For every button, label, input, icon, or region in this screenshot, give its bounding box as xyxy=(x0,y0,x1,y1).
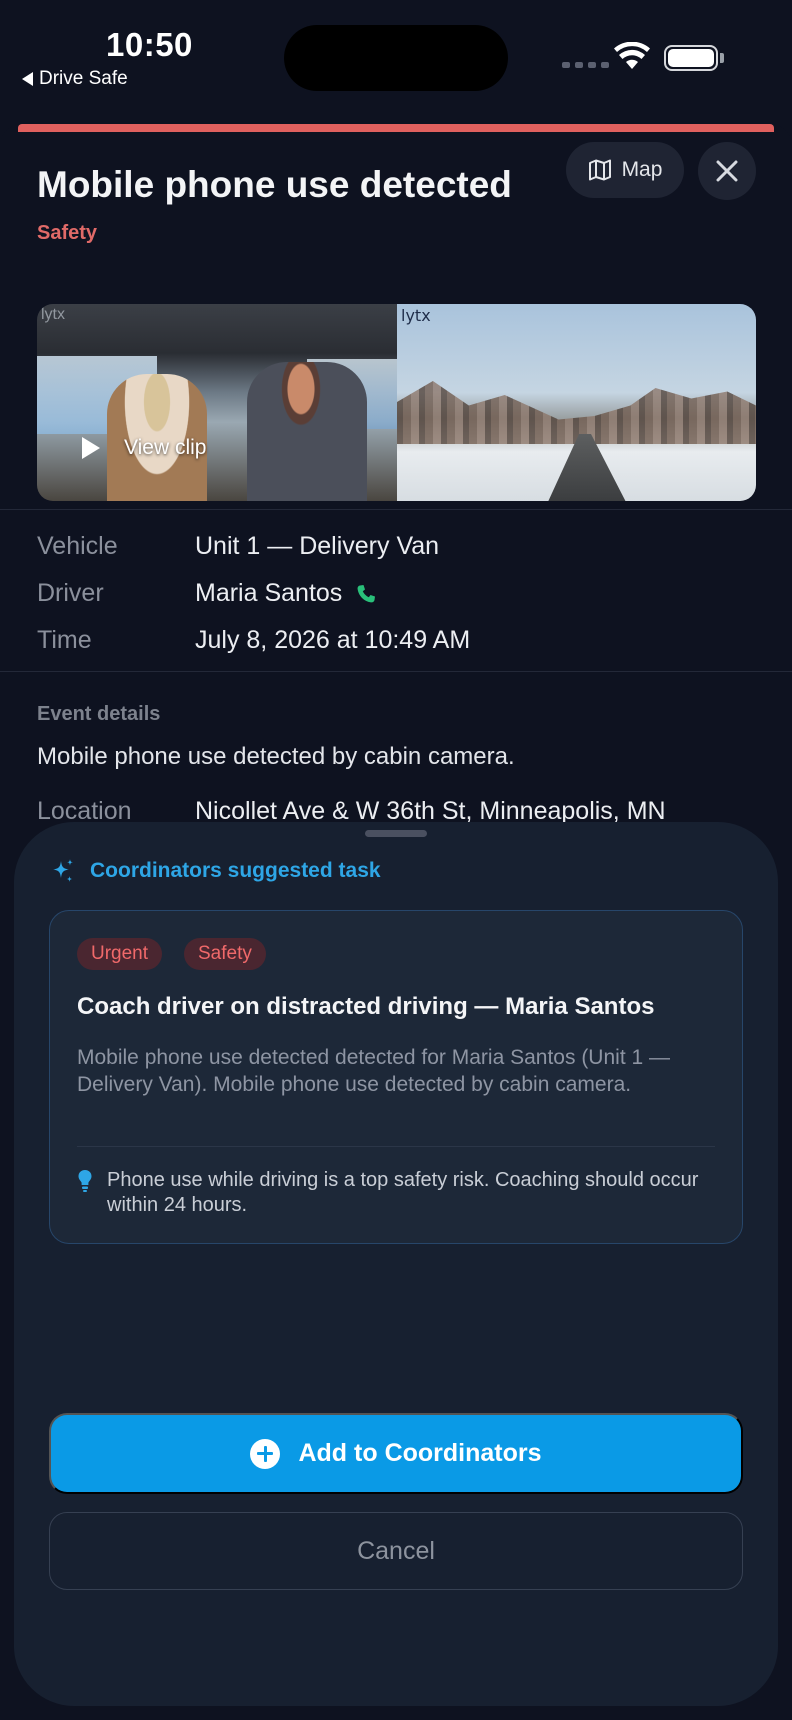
view-clip-label: View clip xyxy=(124,436,207,459)
map-button-label: Map xyxy=(621,158,663,181)
event-details-heading: Event details xyxy=(37,703,161,725)
road-camera-view: lytx xyxy=(397,304,756,501)
close-icon xyxy=(716,160,738,182)
info-row-vehicle: Vehicle Unit 1 — Delivery Van xyxy=(37,532,439,561)
dynamic-island xyxy=(284,25,508,91)
driver-value: Maria Santos xyxy=(195,579,343,607)
task-description: Mobile phone use detected detected for M… xyxy=(77,1046,671,1096)
back-to-app-link[interactable]: Drive Safe xyxy=(22,68,128,90)
event-title: Mobile phone use detected xyxy=(37,164,512,205)
wifi-icon xyxy=(614,42,650,69)
signal-dots-icon xyxy=(562,62,609,68)
sheet-grabber[interactable] xyxy=(365,830,427,837)
divider xyxy=(0,671,792,672)
safety-badge: Safety xyxy=(184,938,266,970)
phone-icon[interactable] xyxy=(356,584,376,604)
event-category: Safety xyxy=(37,222,98,244)
close-button[interactable] xyxy=(698,142,756,200)
suggestion-header: Coordinators suggested task xyxy=(50,858,381,884)
camera-watermark: lytx xyxy=(41,306,65,323)
info-label: Vehicle xyxy=(37,532,118,560)
play-icon xyxy=(82,437,100,459)
battery-icon xyxy=(664,45,718,71)
severity-accent-bar xyxy=(18,124,774,132)
info-row-driver: Driver Maria Santos xyxy=(37,579,376,608)
info-row-time: Time July 8, 2026 at 10:49 AM xyxy=(37,626,470,655)
card-divider xyxy=(77,1146,715,1147)
back-arrow-icon xyxy=(22,72,33,86)
time-value: July 8, 2026 at 10:49 AM xyxy=(195,626,471,654)
urgent-badge: Urgent xyxy=(77,938,163,970)
view-clip-button[interactable]: View clip xyxy=(82,436,206,460)
screen: 10:50 Drive Safe Mobile phone use detect… xyxy=(0,0,792,1720)
back-app-label: Drive Safe xyxy=(39,68,128,89)
tip-row: Phone use while driving is a top safety … xyxy=(77,1168,717,1218)
cabin-camera-view: lytx xyxy=(37,304,397,501)
camera-watermark: lytx xyxy=(401,306,431,325)
info-label: Driver xyxy=(37,579,104,607)
info-label: Time xyxy=(37,626,92,654)
status-time: 10:50 xyxy=(106,26,193,63)
driver-value-group: Maria Santos xyxy=(195,579,376,608)
suggestion-header-label: Coordinators suggested task xyxy=(90,859,381,882)
divider xyxy=(0,509,792,510)
sparkle-icon xyxy=(53,859,73,882)
lightbulb-icon xyxy=(78,1170,92,1192)
task-title: Coach driver on distracted driving — Mar… xyxy=(77,993,655,1020)
vehicle-value: Unit 1 — Delivery Van xyxy=(195,532,440,560)
battery-nub xyxy=(720,53,724,63)
map-button[interactable]: Map xyxy=(566,142,684,198)
add-to-coordinators-label: Add to Coordinators xyxy=(298,1439,542,1467)
video-clip-thumbnail[interactable]: lytx lytx xyxy=(37,304,756,501)
driver-figure xyxy=(247,362,367,501)
tip-text: Phone use while driving is a top safety … xyxy=(107,1169,699,1216)
add-to-coordinators-button[interactable]: Add to Coordinators xyxy=(49,1413,743,1494)
map-icon xyxy=(588,159,611,181)
event-details-text: Mobile phone use detected by cabin camer… xyxy=(37,743,515,770)
plus-circle-icon xyxy=(250,1438,281,1469)
cancel-button[interactable]: Cancel xyxy=(49,1512,743,1590)
